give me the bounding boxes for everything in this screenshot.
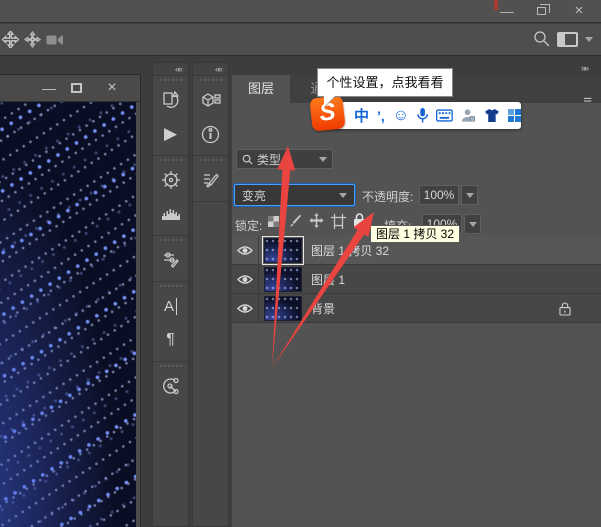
visibility-toggle[interactable]	[232, 293, 259, 323]
layer-row-2[interactable]: 图层 1	[232, 264, 601, 294]
close-icon[interactable]: ×	[564, 0, 594, 22]
3d-panel-icon[interactable]	[193, 83, 228, 117]
layer-thumbnail[interactable]	[262, 235, 304, 265]
layer-list: 图层 1 拷贝 32 图层 1 背景	[232, 235, 601, 323]
opacity-label: 不透明度:	[362, 190, 414, 204]
photoshop-window: — × — × «« ▶ A ¶ «« »» 图层 ≡ 类型 变亮 不透明度: …	[0, 0, 601, 527]
dock-grip[interactable]	[159, 79, 182, 81]
document-titlebar[interactable]: — ×	[0, 75, 140, 102]
brushes-panel-icon[interactable]	[193, 163, 228, 197]
workspace-switcher-icon[interactable]	[557, 32, 578, 47]
emoji-icon[interactable]: ☺	[393, 107, 409, 125]
move-tool-icon[interactable]	[2, 31, 19, 48]
collapse-panels-icon[interactable]: ««	[193, 63, 228, 76]
chevron-down-icon[interactable]	[585, 37, 593, 42]
video-camera-icon[interactable]	[46, 34, 64, 46]
dock-grip[interactable]	[199, 79, 222, 81]
sogou-tooltip[interactable]: 个性设置，点我看看	[317, 68, 453, 97]
navigator-panel-icon[interactable]	[153, 163, 188, 197]
panel-dock-2: ««	[192, 62, 229, 527]
doc-maximize-icon[interactable]	[71, 83, 82, 93]
paragraph-panel-icon[interactable]: ¶	[153, 323, 188, 357]
eye-icon	[237, 245, 253, 255]
keyboard-icon[interactable]	[436, 109, 454, 122]
chevron-down-icon	[319, 156, 327, 162]
layer-thumbnail[interactable]	[264, 266, 302, 292]
punctuation-icon[interactable]: ’,	[377, 108, 385, 124]
svg-text:S: S	[471, 117, 474, 122]
histogram-panel-icon[interactable]	[153, 197, 188, 231]
filter-value: 类型	[257, 152, 282, 167]
eye-icon	[237, 274, 253, 284]
doc-minimize-icon[interactable]: —	[34, 75, 64, 97]
skin-tshirt-icon[interactable]	[484, 108, 500, 123]
document-window: — ×	[0, 74, 141, 527]
restore-icon[interactable]	[526, 0, 556, 22]
info-panel-icon[interactable]	[193, 117, 228, 151]
eye-icon	[237, 303, 253, 313]
layers-panel-body: 类型 变亮 不透明度: 100% 锁定: 填充: 100%	[232, 103, 601, 527]
history-panel-icon[interactable]	[153, 83, 188, 117]
blend-mode-value: 变亮	[242, 188, 267, 203]
actions-panel-icon[interactable]: ▶	[153, 117, 188, 151]
lock-label: 锁定:	[235, 219, 263, 233]
brush-settings-panel-icon[interactable]	[153, 243, 188, 277]
visibility-toggle[interactable]	[232, 235, 259, 265]
lock-position-icon[interactable]	[309, 213, 324, 228]
visibility-toggle[interactable]	[232, 264, 259, 294]
options-bar	[0, 24, 601, 56]
chinese-mode-icon[interactable]: 中	[354, 105, 369, 126]
blue-glow	[0, 102, 136, 527]
character-panel-icon[interactable]: A	[153, 289, 188, 323]
layer-row-background[interactable]: 背景	[232, 293, 601, 323]
lock-pixels-icon[interactable]	[288, 214, 303, 229]
lock-artboard-icon[interactable]	[331, 214, 346, 229]
chevron-down-icon	[339, 192, 347, 198]
search-icon[interactable]	[533, 30, 550, 47]
sogou-input-toolbar: 中 ’, ☺ S	[318, 102, 521, 129]
doc-close-icon[interactable]: ×	[97, 75, 127, 97]
image-canvas[interactable]	[0, 102, 136, 527]
opacity-dropdown[interactable]	[461, 185, 478, 205]
more-tools-grid-icon[interactable]	[508, 109, 521, 122]
filter-search-icon	[242, 154, 253, 165]
fill-dropdown[interactable]	[464, 214, 481, 234]
panel-dock-1: «« ▶ A ¶	[152, 62, 189, 527]
sogou-tooltip-tail	[324, 96, 335, 107]
collapse-panels-icon[interactable]: ««	[153, 63, 188, 76]
layer-filter-select[interactable]: 类型	[236, 149, 333, 169]
layer-name[interactable]: 图层 1	[311, 271, 345, 288]
transform-controls-icon[interactable]	[24, 31, 41, 48]
layer-thumbnail[interactable]	[264, 295, 302, 321]
tab-layers[interactable]: 图层	[232, 75, 290, 103]
account-icon[interactable]: S	[461, 108, 476, 123]
app-titlebar: — ×	[0, 0, 601, 23]
layer-name[interactable]: 图层 1 拷贝 32	[311, 242, 389, 259]
layers-panel: »» 图层 通道 ≡ 类型 变亮 不透明度: 100% 锁定:	[232, 62, 601, 527]
microphone-icon[interactable]	[417, 107, 429, 124]
layer-name-tooltip: 图层 1 拷贝 32	[370, 225, 461, 243]
opacity-value[interactable]: 100%	[419, 185, 459, 205]
remote-connections-panel-icon[interactable]	[153, 369, 188, 403]
layer-name[interactable]: 背景	[311, 300, 335, 317]
lock-all-icon[interactable]	[353, 213, 366, 228]
lock-transparency-icon[interactable]	[268, 216, 279, 227]
background-lock-icon	[559, 302, 571, 316]
blend-mode-select[interactable]: 变亮	[234, 184, 355, 206]
minimize-icon[interactable]: —	[492, 0, 522, 22]
